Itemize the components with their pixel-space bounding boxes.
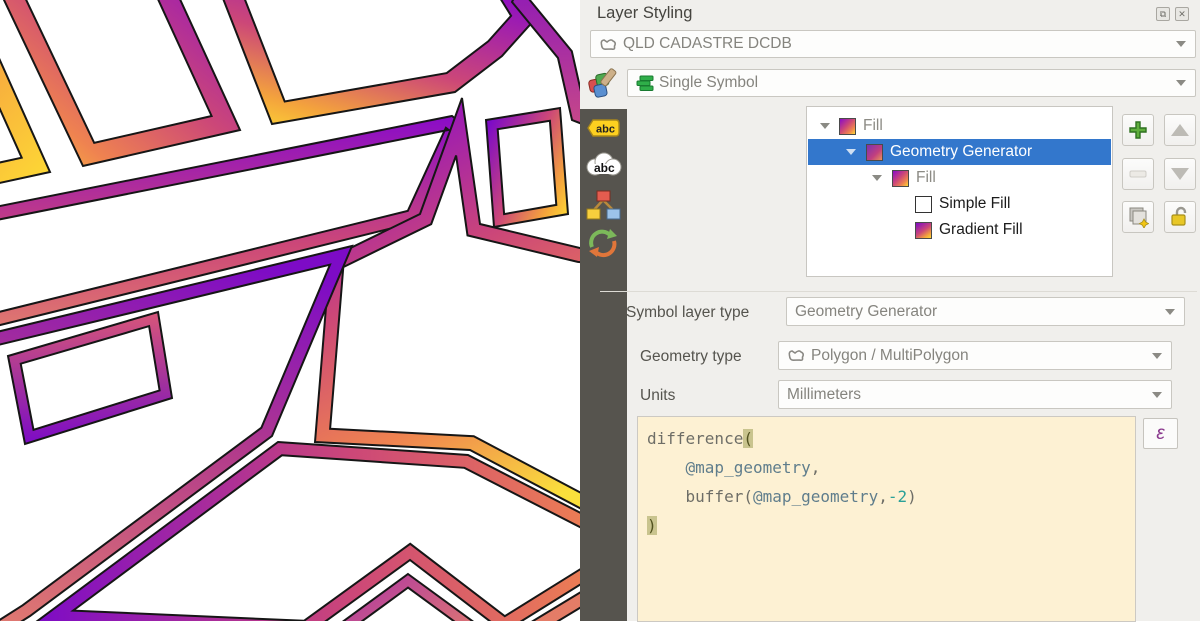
expression-line: ) — [647, 511, 1126, 540]
tree-row-gradient-fill[interactable]: Gradient Fill — [808, 217, 1111, 243]
polygon-geometry-icon — [787, 348, 806, 363]
chevron-down-icon — [1176, 80, 1186, 86]
units-dropdown[interactable]: Millimeters — [778, 380, 1172, 409]
layer-select-dropdown[interactable]: QLD CADASTRE DCDB — [590, 30, 1196, 58]
panel-title: Layer Styling — [597, 4, 692, 23]
chevron-down-icon — [1152, 353, 1162, 359]
svg-text:abc: abc — [594, 161, 615, 175]
symbol-layer-type-label: Symbol layer type — [626, 304, 749, 322]
expander-icon[interactable] — [872, 175, 882, 181]
units-label: Units — [640, 387, 675, 405]
diagrams-icon[interactable] — [585, 189, 622, 226]
svg-text:abc: abc — [596, 124, 615, 136]
layer-select-value: QLD CADASTRE DCDB — [623, 35, 792, 53]
geometry-generator-swatch — [866, 144, 883, 161]
geometry-type-label: Geometry type — [640, 348, 742, 366]
fill-swatch — [892, 170, 909, 187]
history-icon[interactable] — [585, 227, 621, 264]
mask-labels-icon[interactable]: abc — [585, 151, 622, 186]
expression-line: difference( — [647, 424, 1126, 453]
expander-icon[interactable] — [820, 123, 830, 129]
expression-builder-button[interactable]: ε — [1143, 418, 1178, 449]
map-canvas[interactable] — [0, 0, 580, 621]
chevron-down-icon — [1152, 392, 1162, 398]
labels-icon[interactable]: abc — [585, 116, 622, 147]
parcel-interior — [498, 121, 557, 214]
section-divider — [600, 291, 1197, 292]
style-brush-icon — [583, 64, 623, 111]
chevron-down-icon — [1165, 309, 1175, 315]
add-symbol-layer-button[interactable] — [1122, 114, 1154, 146]
layer-styling-panel: Layer Styling ⧉ ✕ QLD CADASTRE DCDB — [580, 0, 1200, 621]
symbol-mode-value: Single Symbol — [659, 74, 758, 92]
expression-line: buffer(@map_geometry,-2) — [647, 482, 1126, 511]
simple-fill-swatch — [915, 196, 932, 213]
chevron-down-icon — [1176, 41, 1186, 47]
cadastre-map — [0, 0, 580, 621]
gradient-fill-swatch — [915, 222, 932, 239]
symbol-tree: Fill Geometry Generator Fill Simple Fill… — [806, 106, 1113, 277]
remove-symbol-layer-button[interactable] — [1122, 158, 1154, 190]
expander-icon[interactable] — [846, 149, 856, 155]
units-value: Millimeters — [787, 386, 861, 404]
symbol-layer-type-value: Geometry Generator — [795, 303, 937, 321]
fill-swatch — [839, 118, 856, 135]
symbol-layer-type-dropdown[interactable]: Geometry Generator — [786, 297, 1185, 326]
move-up-button[interactable] — [1164, 114, 1196, 146]
symbol-mode-dropdown[interactable]: Single Symbol — [627, 69, 1196, 97]
undock-icon[interactable]: ⧉ — [1156, 7, 1170, 21]
qgis-window: Layer Styling ⧉ ✕ QLD CADASTRE DCDB — [0, 0, 1200, 621]
geometry-type-dropdown[interactable]: Polygon / MultiPolygon — [778, 341, 1172, 370]
lock-colors-button[interactable] — [1164, 201, 1196, 233]
move-down-button[interactable] — [1164, 158, 1196, 190]
polygon-layer-icon — [599, 37, 618, 52]
close-icon[interactable]: ✕ — [1175, 7, 1189, 21]
tree-row-inner-fill[interactable]: Fill — [808, 165, 1111, 191]
geometry-type-value: Polygon / MultiPolygon — [811, 347, 969, 365]
expression-line: @map_geometry, — [647, 453, 1126, 482]
tree-row-fill[interactable]: Fill — [808, 113, 1111, 139]
styling-tab-strip: abc abc — [580, 109, 627, 621]
tree-row-geometry-generator[interactable]: Geometry Generator — [808, 139, 1111, 165]
single-symbol-icon — [636, 74, 654, 92]
geometry-expression-editor[interactable]: difference( @map_geometry, buffer(@map_g… — [637, 416, 1136, 622]
tree-row-simple-fill[interactable]: Simple Fill — [808, 191, 1111, 217]
duplicate-symbol-layer-button[interactable] — [1122, 201, 1154, 233]
